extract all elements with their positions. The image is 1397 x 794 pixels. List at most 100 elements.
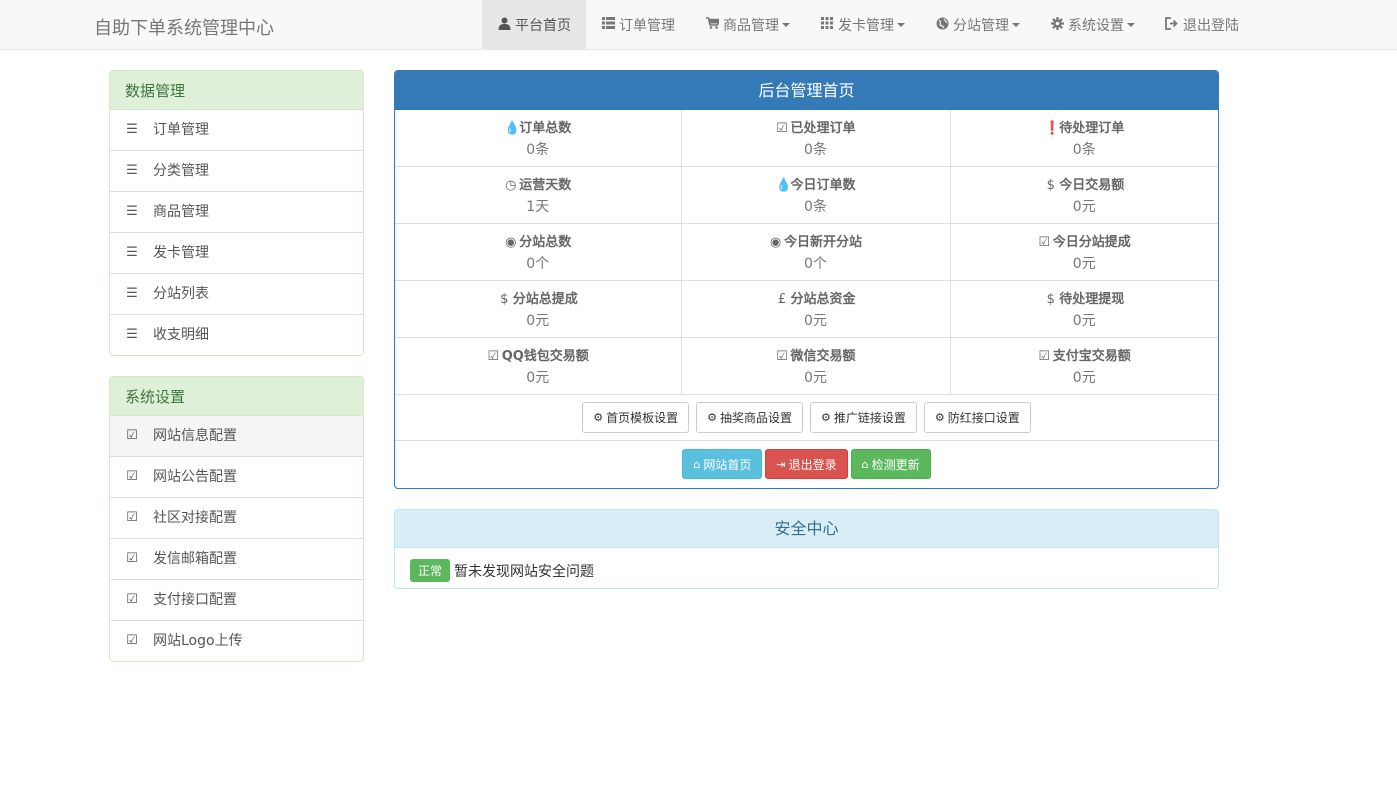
- stat-label-row: ☑ QQ钱包交易额: [395, 345, 681, 364]
- promo-link-button[interactable]: ⚙ 推广链接设置: [810, 402, 917, 433]
- anti-block-api-button[interactable]: ⚙ 防红接口设置: [923, 402, 1031, 433]
- info-circle-icon: ❗: [1044, 121, 1061, 136]
- sidebar-item-cards[interactable]: ☰ 发卡管理: [110, 233, 363, 274]
- stat-label: 分站总数: [519, 235, 572, 250]
- stat-label-row: $ 今日交易额: [951, 174, 1219, 193]
- stat-value: 0元: [1072, 256, 1096, 272]
- edit-icon: ☑: [126, 469, 138, 484]
- tint-icon: 💧: [775, 178, 792, 193]
- stat-value: 0条: [804, 142, 827, 158]
- stats-row: ☑ QQ钱包交易额 0元 ☑ 微信交易额 0元 ☑ 支付宝交易额 0元: [395, 337, 1219, 395]
- system-settings-panel: 系统设置 ☑ 网站信息配置 ☑ 网站公告配置 ☑ 社区对接配置 ☑ 发信邮箱配置…: [109, 376, 364, 662]
- sidebar-item-site-info[interactable]: ☑ 网站信息配置: [110, 416, 363, 457]
- stat-label-row: ◉ 分站总数: [395, 231, 681, 250]
- stat-value: 0个: [526, 256, 550, 272]
- action-button-row: ⌂ 网站首页 ⇥ 退出登录 ⌂ 检测更新: [395, 441, 1218, 487]
- stat-cell: ☑ 已处理订单 0条: [681, 110, 951, 167]
- security-message: 暂未发现网站安全问题: [454, 563, 595, 580]
- dollar-icon: $: [1046, 292, 1055, 307]
- button-label: 推广链接设置: [833, 411, 906, 425]
- stat-value: 0条: [804, 199, 827, 215]
- button-label: 防红接口设置: [947, 411, 1020, 425]
- check-update-button[interactable]: ⌂ 检测更新: [850, 449, 931, 479]
- stat-value: 0条: [1072, 142, 1096, 158]
- stat-value: 0个: [804, 256, 827, 272]
- main-nav: 平台首页 订单管理 商品管理 发卡管理 分站管理 系统设置 退出登陆: [482, 0, 1254, 50]
- sidebar-item-label: 网站公告配置: [153, 469, 237, 485]
- stat-label: 今日分站提成: [1052, 235, 1131, 250]
- sidebar-item-label: 社区对接配置: [153, 510, 237, 526]
- list-icon: [601, 17, 615, 33]
- lottery-product-button[interactable]: ⚙ 抽奖商品设置: [696, 402, 803, 433]
- sidebar-item-label: 支付接口配置: [153, 592, 237, 608]
- nav-item-label: 分站管理: [953, 18, 1009, 34]
- nav-item-products[interactable]: 商品管理: [690, 0, 805, 50]
- nav-item-logout[interactable]: 退出登陆: [1150, 0, 1254, 50]
- caret-down-icon: [1012, 23, 1020, 27]
- nav-item-home[interactable]: 平台首页: [482, 0, 586, 50]
- sidebar-item-orders[interactable]: ☰ 订单管理: [110, 110, 363, 151]
- stat-label-row: ☑ 微信交易额: [682, 345, 950, 364]
- dollar-icon: $: [1046, 178, 1055, 193]
- nav-item-settings[interactable]: 系统设置: [1035, 0, 1150, 50]
- stat-label-row: ☑ 支付宝交易额: [951, 345, 1219, 364]
- stat-label-row: $ 待处理提现: [951, 288, 1219, 307]
- stat-label: 待处理订单: [1059, 121, 1125, 136]
- sidebar-item-categories[interactable]: ☰ 分类管理: [110, 151, 363, 192]
- sidebar-item-label: 收支明细: [153, 327, 209, 343]
- stat-value: 0元: [1072, 313, 1096, 329]
- stat-label: 今日交易额: [1059, 178, 1125, 193]
- globe-icon: ◉: [505, 235, 517, 250]
- nav-item-cards[interactable]: 发卡管理: [805, 0, 920, 50]
- sidebar-item-products[interactable]: ☰ 商品管理: [110, 192, 363, 233]
- stat-cell: 💧订单总数 0条: [395, 110, 682, 167]
- caret-down-icon: [897, 23, 905, 27]
- stats-row: ◷ 运营天数 1天 💧今日订单数 0条 $ 今日交易额 0元: [395, 166, 1219, 224]
- sidebar-item-payment[interactable]: ☑ 支付接口配置: [110, 580, 363, 621]
- stat-value: 0元: [526, 313, 550, 329]
- caret-down-icon: [1127, 23, 1135, 27]
- stat-cell: ◉ 今日新开分站 0个: [681, 223, 951, 281]
- stat-label-row: £ 分站总资金: [682, 288, 950, 307]
- panel-heading: 系统设置: [110, 377, 363, 416]
- nav-item-orders[interactable]: 订单管理: [586, 0, 690, 50]
- list-icon: ☰: [126, 163, 138, 178]
- nav-item-substations[interactable]: 分站管理: [920, 0, 1035, 50]
- button-label: 退出登录: [788, 457, 837, 472]
- check-square-icon: ☑: [1038, 235, 1051, 250]
- check-square-icon: ☑: [776, 349, 788, 364]
- stat-label: 微信交易额: [790, 349, 856, 364]
- gear-icon: [1050, 16, 1064, 34]
- stat-label-row: ☑ 已处理订单: [682, 117, 950, 136]
- globe-icon: [935, 17, 949, 34]
- sidebar-item-substations[interactable]: ☰ 分站列表: [110, 274, 363, 315]
- stat-label-row: ◷ 运营天数: [395, 174, 681, 193]
- security-body: 正常 暂未发现网站安全问题: [395, 548, 1218, 588]
- stat-label: 待处理提现: [1059, 292, 1125, 307]
- list-icon: ☰: [126, 204, 138, 219]
- homepage-template-button[interactable]: ⚙ 首页模板设置: [582, 402, 690, 433]
- site-home-button[interactable]: ⌂ 网站首页: [682, 449, 763, 479]
- dollar-icon: $: [500, 292, 509, 307]
- sidebar-item-label: 发卡管理: [153, 245, 209, 261]
- stat-cell: $ 分站总提成 0元: [395, 280, 682, 338]
- shopping-cart-icon: [705, 17, 720, 33]
- caret-down-icon: [782, 23, 790, 27]
- logout-button[interactable]: ⇥ 退出登录: [765, 449, 848, 479]
- stat-label: 分站总提成: [512, 292, 578, 307]
- nav-item-label: 商品管理: [723, 18, 779, 34]
- sidebar-item-email[interactable]: ☑ 发信邮箱配置: [110, 539, 363, 580]
- sidebar-item-finance[interactable]: ☰ 收支明细: [110, 315, 363, 355]
- panel-heading: 安全中心: [395, 510, 1218, 548]
- stat-value: 0元: [1072, 370, 1096, 386]
- edit-icon: ☑: [126, 592, 138, 607]
- pound-icon: £: [777, 292, 787, 307]
- home-icon: ⌂: [693, 457, 701, 471]
- stat-cell: ◷ 运营天数 1天: [395, 166, 682, 224]
- list-icon: ☰: [126, 122, 138, 137]
- sidebar-item-announcement[interactable]: ☑ 网站公告配置: [110, 457, 363, 498]
- sidebar-item-logo-upload[interactable]: ☑ 网站Logo上传: [110, 621, 363, 661]
- brand-title[interactable]: 自助下单系统管理中心: [94, 14, 274, 40]
- stat-label-row: ☑ 今日分站提成: [951, 231, 1219, 250]
- sidebar-item-community[interactable]: ☑ 社区对接配置: [110, 498, 363, 539]
